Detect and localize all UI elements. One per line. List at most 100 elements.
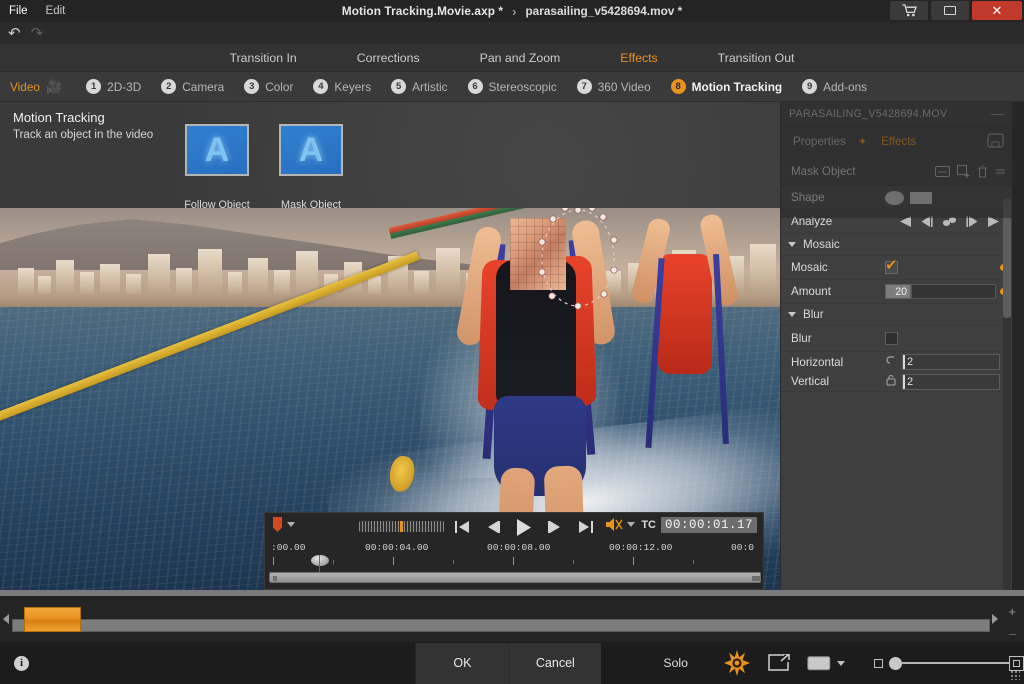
- mosaic-checkbox[interactable]: [885, 258, 898, 274]
- info-icon[interactable]: i: [14, 655, 29, 671]
- category-motion-tracking[interactable]: 8 Motion Tracking: [670, 79, 802, 94]
- video-camera-icon: 🎥: [45, 78, 63, 94]
- redo-icon[interactable]: ↷: [31, 26, 44, 41]
- audio-mute-button[interactable]: [605, 517, 635, 532]
- add-mask-icon[interactable]: [957, 165, 970, 178]
- effect-item-mask-object[interactable]: A Mask Object: [279, 124, 343, 211]
- effect-object-row[interactable]: Mask Object: [781, 158, 1012, 186]
- menu-icon[interactable]: [995, 166, 1006, 177]
- analyze-backward-all-icon[interactable]: [899, 215, 912, 228]
- property-row-analyze[interactable]: Analyze: [781, 210, 1012, 234]
- category-360-video[interactable]: 7 360 Video: [576, 79, 671, 94]
- tab-corrections[interactable]: Corrections: [327, 44, 450, 72]
- zoom-slider-track[interactable]: [901, 662, 1009, 664]
- go-to-end-button[interactable]: [578, 515, 593, 539]
- menu-edit[interactable]: Edit: [37, 0, 75, 22]
- analyze-forward-all-icon[interactable]: [987, 215, 1000, 228]
- timecode-display[interactable]: TC 00:00:01.17: [641, 517, 757, 533]
- effect-thumbnail[interactable]: A: [185, 124, 249, 176]
- effect-thumbnail-list: A Follow Object A Mask Object: [184, 124, 343, 211]
- rename-icon[interactable]: [935, 166, 950, 177]
- video-preview[interactable]: TC 00:00:01.17 :00.00 00:00:04.00 00:00:…: [0, 208, 780, 590]
- analyze-backward-one-icon[interactable]: [921, 215, 933, 228]
- solo-button[interactable]: Solo: [663, 656, 688, 670]
- link-dimensions-icon[interactable]: [885, 353, 899, 371]
- analyze-forward-one-icon[interactable]: [966, 215, 978, 228]
- effect-thumbnail[interactable]: A: [279, 124, 343, 176]
- lock-icon[interactable]: [885, 373, 899, 391]
- category-camera[interactable]: 2 Camera: [161, 79, 244, 94]
- amount-value-field[interactable]: 20: [885, 284, 911, 299]
- group-header-blur[interactable]: Blur: [781, 304, 1012, 326]
- playhead-scrubber[interactable]: [311, 555, 329, 566]
- save-preset-button[interactable]: [987, 133, 1004, 153]
- timecode-value[interactable]: 00:00:01.17: [660, 517, 757, 533]
- timeline-clip[interactable]: [24, 607, 81, 632]
- category-add-ons[interactable]: 9 Add-ons: [802, 79, 887, 94]
- category-artistic[interactable]: 5 Artistic: [391, 79, 467, 94]
- step-back-button[interactable]: [486, 515, 500, 539]
- close-button[interactable]: ✕: [972, 1, 1022, 20]
- property-row-vertical[interactable]: Vertical 2: [781, 372, 1012, 392]
- horizontal-field[interactable]: 2: [902, 354, 1000, 370]
- marker-button[interactable]: [273, 517, 295, 532]
- group-header-mosaic[interactable]: Mosaic: [781, 234, 1012, 256]
- zoom-in-icon[interactable]: [1009, 655, 1024, 671]
- properties-filename: PARASAILING_V5428694.MOV: [789, 107, 948, 120]
- export-frame-button[interactable]: [758, 654, 800, 672]
- tab-pan-and-zoom[interactable]: Pan and Zoom: [450, 44, 591, 72]
- color-target-button[interactable]: [716, 650, 758, 676]
- timeline-zoom-out-button[interactable]: –: [1009, 626, 1016, 641]
- properties-scrollbar[interactable]: [1003, 198, 1011, 590]
- vertical-field[interactable]: 2: [902, 373, 1000, 390]
- undo-icon[interactable]: ↶: [8, 26, 21, 41]
- timeline-zoom-in-button[interactable]: +: [1008, 604, 1016, 619]
- property-row-amount[interactable]: Amount 20: [781, 280, 1012, 304]
- blur-checkbox[interactable]: [885, 332, 898, 345]
- properties-scrollbar-thumb[interactable]: [1003, 198, 1011, 318]
- category-video[interactable]: Video 🎥: [10, 79, 86, 95]
- scroll-right-icon[interactable]: [992, 614, 998, 624]
- amount-slider[interactable]: [911, 284, 996, 299]
- preview-zoom-slider[interactable]: [874, 655, 1024, 671]
- tab-transition-out[interactable]: Transition Out: [688, 44, 825, 72]
- scroll-left-icon[interactable]: [3, 614, 9, 624]
- property-row-shape[interactable]: Shape: [781, 186, 1012, 210]
- properties-panel: PARASAILING_V5428694.MOV — Properties ✦ …: [780, 102, 1013, 590]
- resize-grip-icon[interactable]: [1010, 670, 1020, 680]
- cart-button[interactable]: [890, 1, 928, 20]
- go-to-start-button[interactable]: [455, 515, 470, 539]
- timeline-track[interactable]: [12, 619, 990, 632]
- shape-ellipse-button[interactable]: [885, 190, 904, 205]
- category-2d-3d[interactable]: 1 2D-3D: [86, 79, 161, 94]
- category-keyers[interactable]: 4 Keyers: [313, 79, 391, 94]
- tab-panel-effects[interactable]: Effects: [869, 126, 928, 158]
- delete-icon[interactable]: [977, 165, 988, 178]
- category-stereoscopic[interactable]: 6 Stereoscopic: [467, 79, 577, 94]
- property-row-mosaic[interactable]: Mosaic: [781, 256, 1012, 280]
- step-forward-button[interactable]: [548, 515, 562, 539]
- display-mode-button[interactable]: [800, 655, 852, 671]
- property-row-horizontal[interactable]: Horizontal 2: [781, 352, 1012, 372]
- minimize-button[interactable]: [931, 1, 969, 20]
- preview-scrollbar[interactable]: [269, 572, 761, 583]
- category-color[interactable]: 3 Color: [244, 79, 313, 94]
- analyze-track-point-icon[interactable]: [942, 216, 957, 227]
- menu-file[interactable]: File: [0, 0, 37, 22]
- ok-button[interactable]: OK: [415, 642, 509, 684]
- timeline-track-area[interactable]: + –: [0, 596, 1024, 642]
- effect-item-follow-object[interactable]: A Follow Object: [184, 124, 250, 211]
- time-ruler[interactable]: :00.00 00:00:04.00 00:00:08.00 00:00:12.…: [265, 541, 763, 579]
- zoom-out-icon[interactable]: [874, 658, 883, 668]
- play-button[interactable]: [516, 515, 532, 539]
- effect-object-name: Mask Object: [791, 165, 856, 178]
- property-row-blur[interactable]: Blur: [781, 326, 1012, 352]
- tab-effects[interactable]: Effects: [590, 44, 687, 72]
- collapse-panel-button[interactable]: —: [991, 107, 1004, 120]
- cancel-button[interactable]: Cancel: [508, 642, 602, 684]
- tab-properties[interactable]: Properties: [781, 126, 858, 158]
- shape-rectangle-button[interactable]: [910, 191, 932, 204]
- category-number: 4: [313, 79, 329, 94]
- jog-shuttle-control[interactable]: [359, 521, 444, 532]
- tab-transition-in[interactable]: Transition In: [200, 44, 327, 72]
